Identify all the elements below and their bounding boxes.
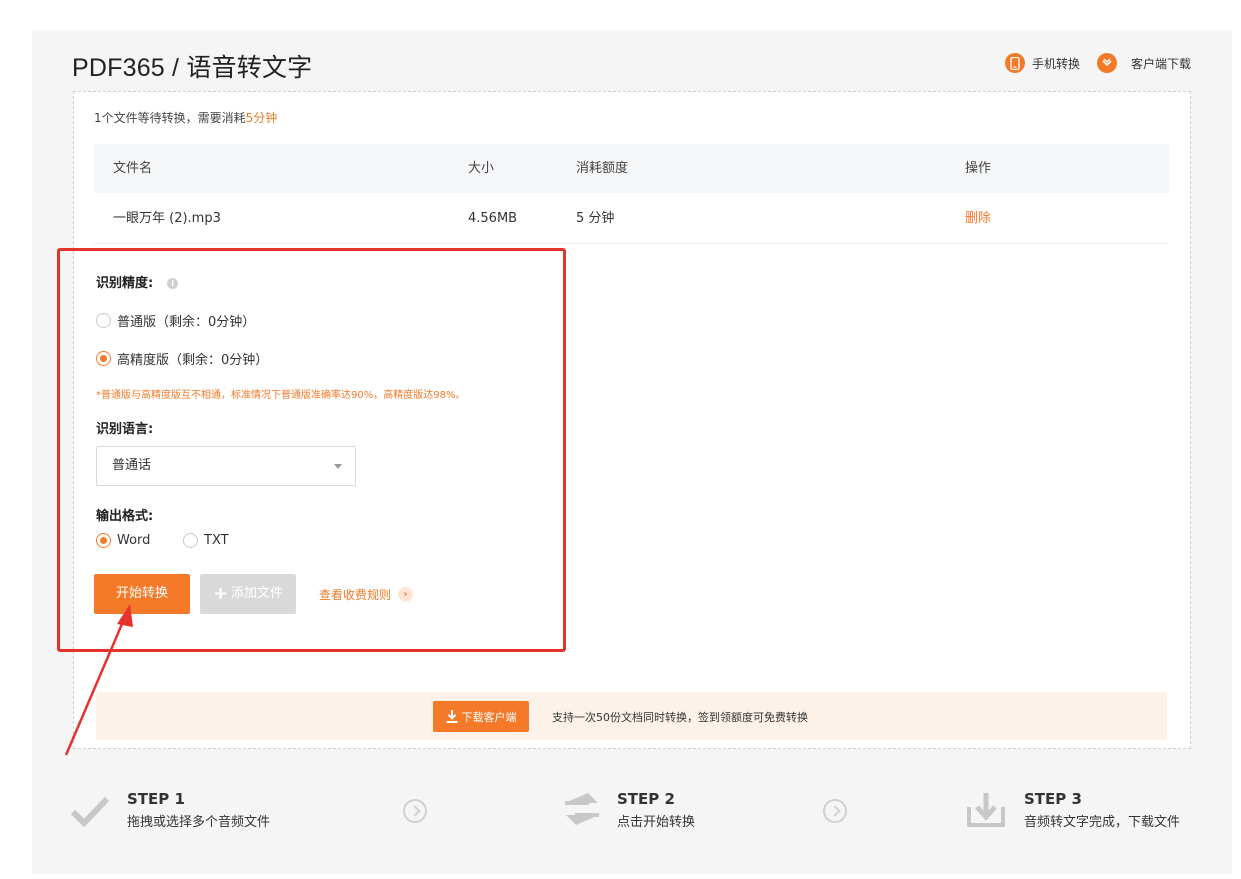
mobile-convert-label: 手机转换 bbox=[1032, 56, 1081, 71]
delete-link[interactable]: 删除 bbox=[965, 193, 991, 244]
table-row: 一眼万年 (2).mp3 4.56MB 5 分钟 删除 bbox=[94, 193, 1169, 244]
step-3-desc: 音频转文字完成，下载文件 bbox=[1024, 815, 1181, 830]
page-title: PDF365 / 语音转文字 bbox=[72, 54, 313, 82]
file-name: 一眼万年 (2).mp3 bbox=[113, 211, 221, 226]
queue-status-prefix: 1个文件等待转换，需要消耗 bbox=[94, 111, 246, 125]
client-download-label: 客户端下载 bbox=[1131, 56, 1192, 71]
client-download-icon bbox=[1097, 53, 1117, 73]
file-size: 4.56MB bbox=[468, 211, 518, 226]
check-icon bbox=[71, 796, 109, 827]
step-3-title: STEP 3 bbox=[1024, 790, 1082, 808]
step-1-title: STEP 1 bbox=[127, 790, 185, 808]
column-filename: 文件名 bbox=[113, 161, 153, 176]
mobile-convert-link[interactable]: 手机转换 bbox=[1005, 53, 1080, 73]
step-2-title: STEP 2 bbox=[617, 790, 675, 808]
queue-status-time: 5分钟 bbox=[245, 111, 278, 125]
client-download-link[interactable]: 客户端下载 bbox=[1097, 53, 1191, 73]
chevron-right-icon bbox=[823, 799, 847, 823]
step-2: STEP 2 点击开始转换 bbox=[617, 790, 695, 830]
download-icon bbox=[446, 710, 457, 723]
annotation-box bbox=[57, 248, 566, 652]
step-1-desc: 拖拽或选择多个音频文件 bbox=[127, 815, 271, 830]
file-table-header: 文件名 大小 消耗额度 操作 bbox=[94, 144, 1169, 193]
tray-download-icon bbox=[967, 793, 1005, 827]
download-client-label: 下载客户端 bbox=[461, 710, 517, 724]
step-3: STEP 3 音频转文字完成，下载文件 bbox=[1024, 790, 1180, 830]
column-action: 操作 bbox=[965, 161, 992, 176]
queue-status: 1个文件等待转换，需要消耗5分钟 bbox=[94, 109, 277, 126]
column-cost: 消耗额度 bbox=[576, 161, 629, 176]
chevron-right-icon bbox=[403, 799, 427, 823]
swap-icon bbox=[565, 793, 599, 825]
step-1: STEP 1 拖拽或选择多个音频文件 bbox=[127, 790, 270, 830]
banner-text: 支持一次50份文档同时转换，签到领额度可免费转换 bbox=[552, 711, 808, 724]
column-size: 大小 bbox=[468, 161, 495, 176]
download-client-button[interactable]: 下载客户端 bbox=[433, 701, 529, 732]
phone-icon bbox=[1005, 53, 1025, 73]
file-cost: 5 分钟 bbox=[576, 211, 615, 226]
step-2-desc: 点击开始转换 bbox=[617, 815, 696, 830]
